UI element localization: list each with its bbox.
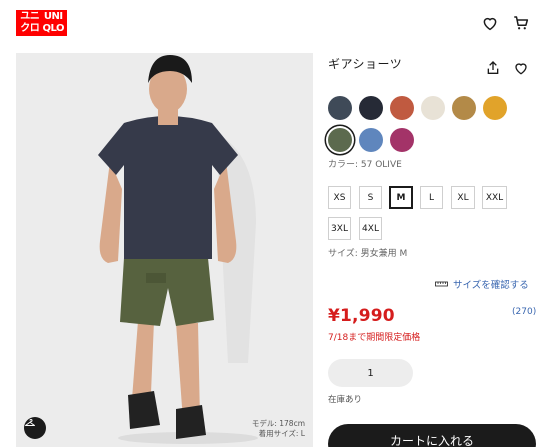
size-4xl[interactable]: 4XL <box>359 217 382 240</box>
product-image[interactable]: モデル: 178cm 着用サイズ: L <box>16 53 313 447</box>
price: ¥1,990 <box>328 306 395 326</box>
size-xl[interactable]: XL <box>451 186 475 209</box>
model-height: モデル: 178cm <box>251 419 305 428</box>
favorite-heart-icon[interactable] <box>513 60 529 76</box>
cart-icon[interactable] <box>512 14 530 32</box>
add-to-cart-label: カートに入れる <box>389 434 474 447</box>
color-swatch-olive[interactable] <box>328 128 352 152</box>
uniqlo-logo[interactable]: ユニ UNI クロ QLO <box>16 10 67 36</box>
size-s[interactable]: S <box>359 186 382 209</box>
product-title: ギアショーツ <box>328 57 403 71</box>
logo-text-en-1: UNI <box>43 11 63 22</box>
stock-status: 在庫あり <box>328 395 363 405</box>
size-xxl[interactable]: XXL <box>482 186 507 209</box>
review-count-link[interactable]: (270) <box>512 307 536 317</box>
color-swatch-orange-red[interactable] <box>390 96 414 120</box>
selected-color-label: カラー: 57 OLIVE <box>328 160 402 170</box>
logo-text-ja-1: ユニ <box>20 11 40 22</box>
color-swatch-navy-gray[interactable] <box>328 96 352 120</box>
add-to-cart-button[interactable]: カートに入れる <box>328 424 536 447</box>
color-swatch-yellow[interactable] <box>483 96 507 120</box>
color-swatch-off-white[interactable] <box>421 96 445 120</box>
size-check-link[interactable]: サイズを確認する <box>435 277 529 291</box>
logo-text-ja-2: クロ <box>20 23 40 34</box>
size-xs[interactable]: XS <box>328 186 351 209</box>
quantity-select[interactable]: 1 <box>328 359 413 387</box>
color-swatch-khaki[interactable] <box>452 96 476 120</box>
size-3xl[interactable]: 3XL <box>328 217 351 240</box>
size-check-label: サイズを確認する <box>453 280 529 291</box>
limited-price-note: 7/18まで期間限定価格 <box>328 333 421 343</box>
color-swatch-dark-navy[interactable] <box>359 96 383 120</box>
quantity-value: 1 <box>367 367 374 379</box>
color-swatch-blue[interactable] <box>359 128 383 152</box>
share-icon[interactable] <box>485 60 501 76</box>
model-illustration <box>16 53 313 447</box>
model-info: モデル: 178cm 着用サイズ: L <box>252 419 305 439</box>
model-size: 着用サイズ: L <box>258 429 305 438</box>
logo-text-en-2: QLO <box>42 23 65 34</box>
heart-icon[interactable] <box>481 14 499 32</box>
color-swatch-wine[interactable] <box>390 128 414 152</box>
site-header: ユニ UNI クロ QLO <box>0 0 550 46</box>
selected-size-label: サイズ: 男女兼用 M <box>328 249 408 259</box>
size-l[interactable]: L <box>420 186 443 209</box>
hanger-button[interactable] <box>24 417 46 439</box>
hanger-icon <box>25 419 35 426</box>
size-m[interactable]: M <box>389 186 413 209</box>
ruler-icon <box>435 281 448 287</box>
